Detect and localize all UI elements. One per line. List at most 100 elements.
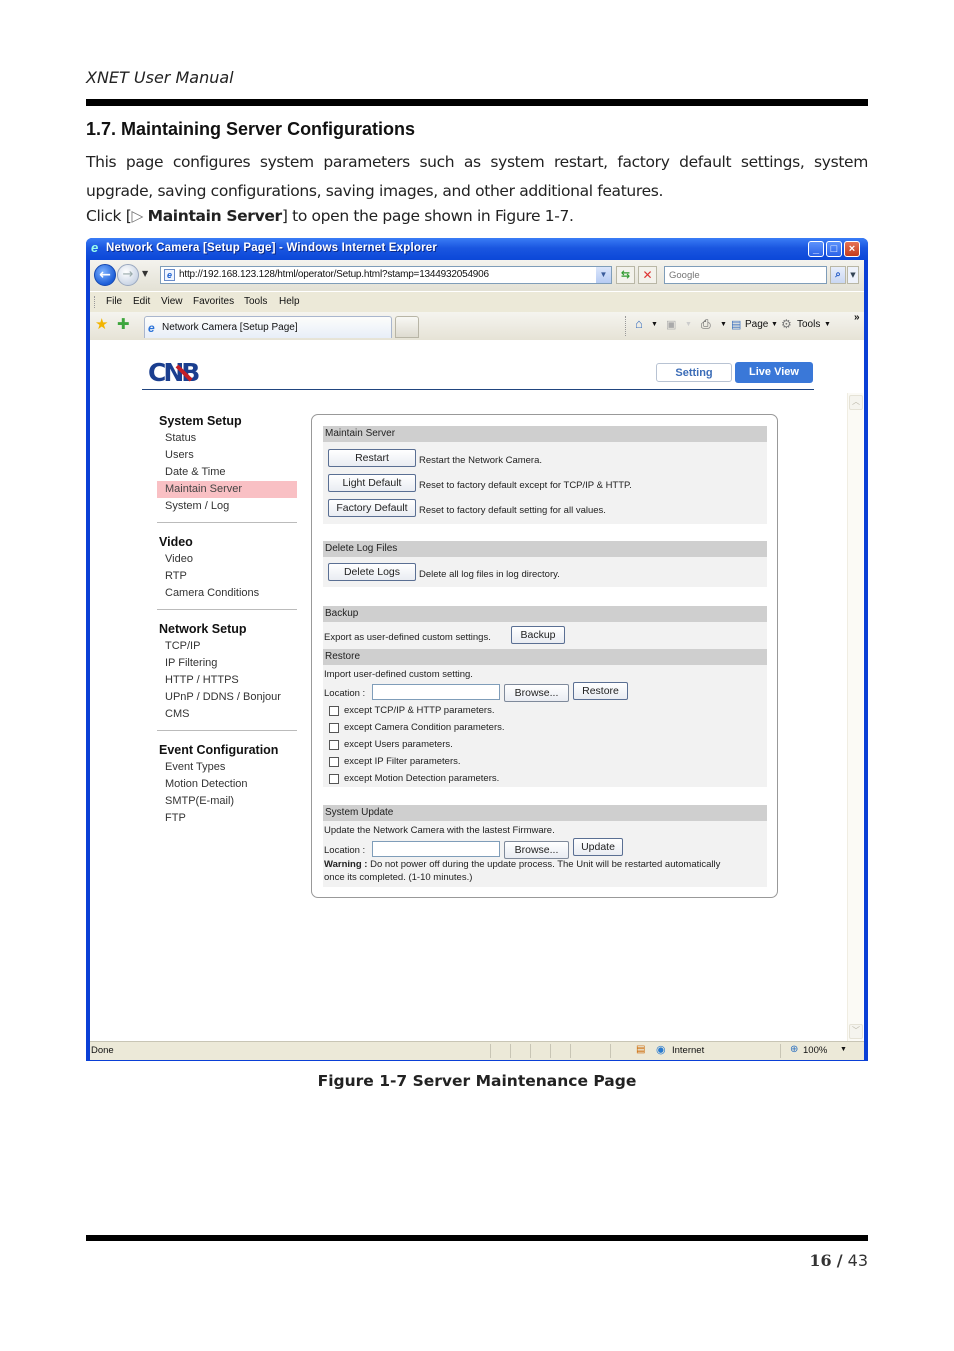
feeds-dropdown-icon: ▼ xyxy=(685,321,692,328)
forward-button[interactable]: → xyxy=(117,264,139,286)
backup-button[interactable]: Backup xyxy=(511,626,565,644)
menu-favorites[interactable]: Favorites xyxy=(193,296,234,307)
sidebar-heading: Network Setup xyxy=(159,622,247,636)
search-input[interactable] xyxy=(664,266,827,284)
sidebar-item-status[interactable]: Status xyxy=(157,430,297,447)
recent-pages-dropdown[interactable]: ▼ xyxy=(142,269,148,278)
back-button[interactable]: ← xyxy=(94,264,116,286)
sidebar-group-video: Video Video RTP Camera Conditions xyxy=(157,533,297,602)
protected-mode-icon[interactable]: ▤ xyxy=(636,1044,645,1055)
vertical-scrollbar[interactable]: ︿ ﹀ xyxy=(847,393,863,1041)
sidebar-item-event-types[interactable]: Event Types xyxy=(157,759,297,776)
page-menu[interactable]: Page xyxy=(745,319,768,330)
except-motion-detection-checkbox[interactable] xyxy=(329,774,339,784)
minimize-button[interactable]: _ xyxy=(808,241,824,257)
restore-browse-button[interactable]: Browse... xyxy=(504,684,569,702)
search-icon[interactable]: ⌕ xyxy=(830,266,846,284)
setting-button[interactable]: Setting xyxy=(656,363,732,382)
except-tcpip-http-checkbox[interactable] xyxy=(329,706,339,716)
menu-tools[interactable]: Tools xyxy=(244,296,267,307)
print-dropdown-icon[interactable]: ▼ xyxy=(720,321,727,328)
except-ip-filter-checkbox[interactable] xyxy=(329,757,339,767)
menu-help[interactable]: Help xyxy=(279,296,300,307)
menu-view[interactable]: View xyxy=(161,296,183,307)
backup-header: Backup xyxy=(323,606,767,622)
browser-window: e Network Camera [Setup Page] - Windows … xyxy=(86,238,868,1061)
light-default-description: Reset to factory default except for TCP/… xyxy=(419,480,632,491)
menu-file[interactable]: File xyxy=(106,296,122,307)
sidebar-item-motion-detection[interactable]: Motion Detection xyxy=(157,776,297,793)
restart-button[interactable]: Restart xyxy=(328,449,416,467)
sidebar-item-tcp-ip[interactable]: TCP/IP xyxy=(157,638,297,655)
navigation-bar: ← → ▼ e http://192.168.123.128/html/oper… xyxy=(90,260,864,291)
title-bar: e Network Camera [Setup Page] - Windows … xyxy=(86,238,868,260)
print-icon[interactable]: ⎙ xyxy=(701,317,711,332)
zoom-level[interactable]: 100% xyxy=(803,1045,827,1056)
scroll-down-icon[interactable]: ﹀ xyxy=(849,1024,863,1039)
sidebar-heading: Video xyxy=(159,535,193,549)
sidebar-item-maintain-server[interactable]: Maintain Server xyxy=(157,481,297,498)
scroll-up-icon[interactable]: ︿ xyxy=(849,395,863,410)
page-dropdown-icon[interactable]: ▼ xyxy=(771,321,778,328)
sidebar-item-users[interactable]: Users xyxy=(157,447,297,464)
header-divider xyxy=(142,389,814,390)
address-url: http://192.168.123.128/html/operator/Set… xyxy=(179,269,489,280)
page-icon: e xyxy=(164,269,175,281)
update-location-label: Location : xyxy=(324,845,366,856)
except-ip-filter-label: except IP Filter parameters. xyxy=(344,756,461,767)
home-dropdown-icon[interactable]: ▼ xyxy=(651,321,658,328)
feeds-icon[interactable]: ▣ xyxy=(666,318,676,331)
maximize-button[interactable]: □ xyxy=(826,241,842,257)
sidebar: System Setup Status Users Date & Time Ma… xyxy=(157,412,297,827)
favorites-star-icon[interactable]: ★ xyxy=(95,317,108,333)
light-default-button[interactable]: Light Default xyxy=(328,474,416,492)
sidebar-item-date-time[interactable]: Date & Time xyxy=(157,464,297,481)
page-number: 16 / 43 xyxy=(809,1251,868,1270)
system-update-header: System Update xyxy=(323,805,767,821)
add-favorites-icon[interactable]: ✚ xyxy=(117,317,130,333)
restore-location-input[interactable] xyxy=(372,684,500,700)
live-view-button[interactable]: Live View xyxy=(735,362,813,383)
sidebar-item-rtp[interactable]: RTP xyxy=(157,568,297,585)
restore-button[interactable]: Restore xyxy=(573,682,628,700)
refresh-icon[interactable]: ⇆ xyxy=(616,266,635,284)
close-button[interactable]: × xyxy=(844,241,860,257)
menu-edit[interactable]: Edit xyxy=(133,296,150,307)
chevron-more-icon[interactable]: » xyxy=(854,312,860,323)
favorites-bar: ★ ✚ e Network Camera [Setup Page] ⌂ ▼ ▣ … xyxy=(90,312,864,340)
restart-description: Restart the Network Camera. xyxy=(419,455,543,466)
except-camera-condition-checkbox[interactable] xyxy=(329,723,339,733)
stop-icon[interactable]: ✕ xyxy=(638,266,657,284)
browser-tab[interactable]: e Network Camera [Setup Page] xyxy=(144,316,392,338)
sidebar-item-cms[interactable]: CMS xyxy=(157,706,297,723)
sidebar-item-http-https[interactable]: HTTP / HTTPS xyxy=(157,672,297,689)
sidebar-item-camera-conditions[interactable]: Camera Conditions xyxy=(157,585,297,602)
sidebar-item-ip-filtering[interactable]: IP Filtering xyxy=(157,655,297,672)
sidebar-item-ftp[interactable]: FTP xyxy=(157,810,297,827)
home-icon[interactable]: ⌂ xyxy=(635,316,643,331)
factory-default-button[interactable]: Factory Default xyxy=(328,499,416,517)
update-browse-button[interactable]: Browse... xyxy=(504,841,569,859)
sidebar-item-smtp[interactable]: SMTP(E-mail) xyxy=(157,793,297,810)
except-camera-condition-label: except Camera Condition parameters. xyxy=(344,722,505,733)
status-text: Done xyxy=(91,1045,114,1056)
sidebar-item-video[interactable]: Video xyxy=(157,551,297,568)
new-tab-button[interactable] xyxy=(395,316,419,338)
zoom-dropdown-icon[interactable]: ▼ xyxy=(840,1046,847,1053)
address-bar[interactable]: e http://192.168.123.128/html/operator/S… xyxy=(160,266,612,284)
search-options-dropdown[interactable]: ▼ xyxy=(847,266,859,284)
tools-dropdown-icon[interactable]: ▼ xyxy=(824,321,831,328)
except-users-checkbox[interactable] xyxy=(329,740,339,750)
toolbar-area: ← → ▼ e http://192.168.123.128/html/oper… xyxy=(90,260,864,340)
sidebar-group-system-setup: System Setup Status Users Date & Time Ma… xyxy=(157,412,297,515)
sidebar-item-upnp-ddns-bonjour[interactable]: UPnP / DDNS / Bonjour xyxy=(157,689,297,706)
update-location-input[interactable] xyxy=(372,841,500,857)
tools-menu[interactable]: Tools xyxy=(797,319,820,330)
address-dropdown[interactable]: ▼ xyxy=(596,267,611,283)
delete-logs-button[interactable]: Delete Logs xyxy=(328,563,416,581)
update-button[interactable]: Update xyxy=(573,838,623,856)
triangle-icon: ▷ xyxy=(131,207,144,225)
footer-rule xyxy=(86,1235,868,1241)
backup-description: Export as user-defined custom settings. xyxy=(324,632,491,643)
sidebar-item-system-log[interactable]: System / Log xyxy=(157,498,297,515)
